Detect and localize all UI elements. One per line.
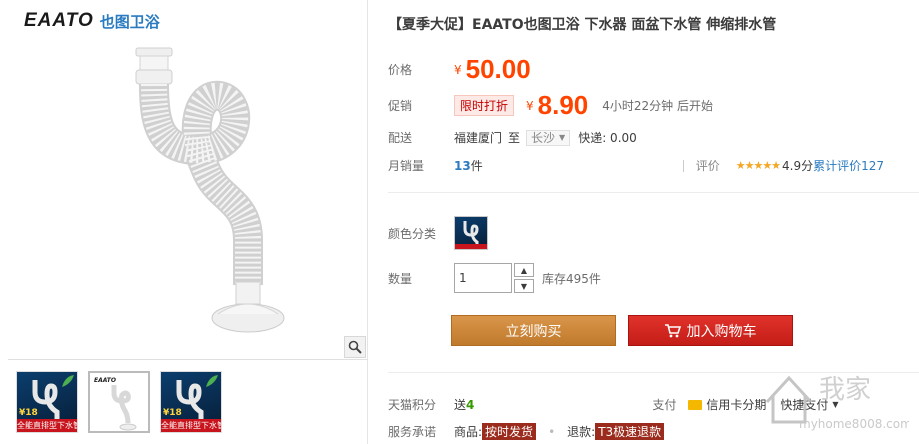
drain-pipe-image: [135, 47, 285, 333]
price-row: 价格 ¥ 50.00: [388, 54, 531, 85]
decrease-button[interactable]: ▼: [514, 279, 534, 293]
sales-count: 13: [454, 158, 471, 173]
sales-label: 月销量: [388, 159, 425, 173]
chevron-down-icon: ▼: [520, 281, 528, 291]
color-swatch[interactable]: [454, 216, 488, 250]
thumbnail-3[interactable]: ¥18 全能直排型下水管: [160, 371, 222, 433]
thumb-price: ¥18: [19, 408, 38, 418]
ship-to-word: 至: [508, 131, 521, 145]
quantity-label: 数量: [388, 271, 413, 286]
add-to-cart-label: 加入购物车: [686, 323, 757, 340]
add-to-cart-button[interactable]: 加入购物车: [628, 315, 793, 346]
product-title: 【夏季大促】EAATO也图卫浴 下水器 面盆下水管 伸缩排水管: [388, 17, 777, 33]
rating-score: 4.9分: [782, 159, 814, 173]
thumbnail-strip: ¥18 全能直排型下水管 EAATO ¥18 全能直排型下水管: [16, 371, 222, 433]
service-refund-tag[interactable]: T3极速退款: [595, 423, 665, 440]
points-row: 天猫积分 送 4 支付 信用卡分期 快捷支付 ▼: [388, 396, 853, 413]
quantity-row: 数量 ▲ ▼ 库存495件: [388, 263, 601, 293]
points-text: 送: [454, 398, 467, 412]
promo-price: 8.90: [537, 90, 589, 120]
product-gallery: EAATO 也图卫浴 ¥18 全能直排型下水管 EAATO ¥18 全能直排型下…: [8, 0, 368, 444]
chevron-down-icon: ▼: [559, 133, 566, 142]
shipping-label: 配送: [388, 131, 413, 145]
product-detail: 【夏季大促】EAATO也图卫浴 下水器 面盆下水管 伸缩排水管 价格 ¥ 50.…: [388, 0, 919, 444]
divider: [682, 159, 684, 172]
promo-tag: 限时打折: [454, 95, 515, 116]
price-label: 价格: [388, 63, 413, 77]
shipping-row: 配送 福建厦门 至 长沙 ▼ 快递: 0.00: [388, 129, 637, 146]
sales-unit: 件: [470, 159, 483, 173]
rating-label: 评价: [695, 159, 720, 173]
quantity-stepper: ▲ ▼: [514, 263, 534, 293]
cart-icon: [664, 323, 681, 337]
chevron-down-icon: ▼: [832, 400, 839, 409]
pipe-thumb-icon: [111, 385, 137, 431]
destination-select[interactable]: 长沙 ▼: [526, 129, 571, 146]
separator: [388, 192, 919, 193]
color-row: 颜色分类: [388, 216, 488, 250]
service-label: 服务承诺: [388, 425, 437, 439]
separator: [388, 372, 919, 373]
credit-card-icon: [688, 399, 703, 410]
bullet-separator: •: [548, 424, 556, 439]
promo-label: 促销: [388, 99, 413, 113]
thumb-banner: 全能直排型下水管: [17, 419, 77, 432]
increase-button[interactable]: ▲: [514, 263, 534, 277]
pipe-swatch-icon: [455, 221, 487, 249]
thumbnail-2[interactable]: EAATO: [88, 371, 150, 433]
zoom-button[interactable]: [344, 336, 366, 358]
sales-row: 月销量 13 件 评价 ★★★★★ 4.9分 累计评价127: [388, 157, 884, 174]
points-label: 天猫积分: [388, 398, 437, 412]
thumb-price: ¥18: [163, 408, 182, 418]
quantity-input[interactable]: [454, 263, 512, 293]
pay-label: 支付: [652, 398, 677, 412]
service-row: 服务承诺 商品: 按时发货 • 退款: T3极速退款: [388, 423, 665, 440]
points-value: 4: [466, 397, 475, 412]
pay-option-label: 信用卡分期: [706, 398, 767, 412]
currency-symbol: ¥: [526, 98, 534, 113]
thumb-banner: 全能直排型下水管: [161, 419, 221, 432]
pay-option-label: 快捷支付: [780, 398, 829, 412]
original-price: 50.00: [465, 54, 531, 84]
promo-row: 促销 限时打折 ¥ 8.90 4小时22分钟 后开始: [388, 90, 713, 121]
color-label: 颜色分类: [388, 226, 437, 241]
main-product-image[interactable]: EAATO 也图卫浴: [8, 0, 368, 360]
thumbnail-1[interactable]: ¥18 全能直排型下水管: [16, 371, 78, 433]
ship-from: 福建厦门: [454, 131, 503, 145]
service-goods-tag[interactable]: 按时发货: [482, 423, 537, 440]
pay-credit-installment[interactable]: 信用卡分期: [688, 396, 766, 413]
express-fee: 快递: 0.00: [578, 131, 637, 145]
stock-count: 库存495件: [542, 271, 601, 286]
rating-stars: ★★★★★: [735, 159, 781, 172]
promo-countdown: 4小时22分钟 后开始: [602, 99, 713, 113]
service-refund-label: 退款:: [567, 425, 596, 439]
service-goods-label: 商品:: [454, 425, 483, 439]
currency-symbol: ¥: [454, 62, 462, 77]
chevron-up-icon: ▲: [520, 265, 528, 275]
pay-quick[interactable]: 快捷支付 ▼: [780, 396, 838, 413]
reviews-link[interactable]: 累计评价127: [813, 157, 884, 174]
buy-now-button[interactable]: 立刻购买: [451, 315, 616, 346]
magnifier-icon: [348, 340, 362, 354]
destination-value: 长沙: [531, 131, 556, 145]
buy-now-label: 立刻购买: [505, 323, 562, 340]
